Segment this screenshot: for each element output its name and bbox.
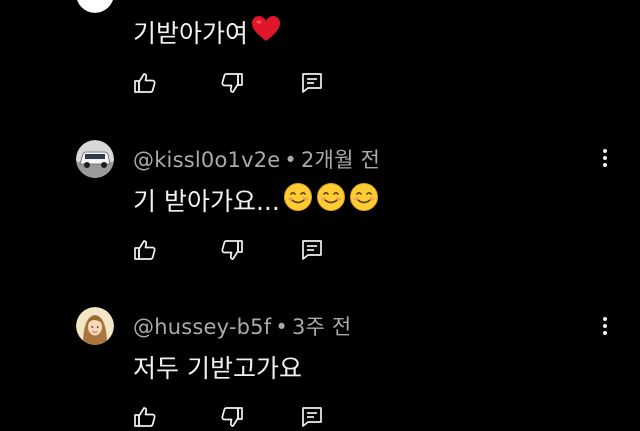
reply-button[interactable]	[300, 238, 324, 262]
thumbs-up-icon	[134, 240, 156, 260]
comment-age: 2개월 전	[300, 148, 380, 172]
comment-text: 기받아가여	[133, 19, 249, 48]
comment-text: 기 받아가요...	[133, 187, 280, 216]
like-button[interactable]	[133, 71, 157, 95]
meta-separator: •	[284, 148, 297, 172]
red-heart-icon	[251, 15, 281, 49]
comment-text-row: 기 받아가요...	[133, 182, 379, 218]
dislike-button[interactable]	[220, 238, 244, 262]
comment-author[interactable]: @hussey-b5f	[133, 315, 271, 339]
reply-icon	[302, 240, 322, 260]
thumbs-up-icon	[134, 73, 156, 93]
comment-1: 기받아가여	[0, 0, 640, 105]
comment-3: @hussey-b5f • 3주 전 저두 기받고가요	[0, 307, 640, 431]
comment-text: 저두 기받고가요	[133, 354, 302, 383]
car-avatar-image	[76, 140, 114, 178]
comment-text-row: 기받아가여	[133, 14, 281, 50]
dislike-button[interactable]	[220, 405, 244, 429]
reply-button[interactable]	[300, 405, 324, 429]
portrait-avatar-image	[76, 307, 114, 345]
more-options-button[interactable]	[596, 314, 614, 338]
like-button[interactable]	[133, 405, 157, 429]
avatar[interactable]	[76, 307, 114, 345]
comment-meta: @hussey-b5f • 3주 전	[133, 311, 351, 341]
comment-age: 3주 전	[291, 315, 352, 339]
vertical-dots-icon	[603, 149, 607, 167]
smiling-face-icon	[349, 182, 379, 218]
like-button[interactable]	[133, 238, 157, 262]
reply-icon	[302, 73, 322, 93]
reply-icon	[302, 407, 322, 427]
reply-button[interactable]	[300, 71, 324, 95]
comment-text-row: 저두 기받고가요	[133, 349, 302, 385]
smiling-face-icon	[316, 182, 346, 218]
comments-screen: 기받아가여 @kissl0o1v2e • 2개월 전 기 받아가요... @hu…	[0, 0, 640, 431]
comment-actions	[133, 238, 333, 264]
smiling-face-icon	[283, 182, 313, 218]
comment-actions	[133, 71, 333, 97]
thumbs-up-icon	[134, 407, 156, 427]
dislike-button[interactable]	[220, 71, 244, 95]
meta-separator: •	[275, 315, 288, 339]
thumbs-down-icon	[221, 73, 243, 93]
avatar[interactable]	[76, 140, 114, 178]
comment-2: @kissl0o1v2e • 2개월 전 기 받아가요...	[0, 140, 640, 270]
thumbs-down-icon	[221, 240, 243, 260]
avatar-image	[76, 0, 114, 13]
comment-meta: @kissl0o1v2e • 2개월 전	[133, 144, 380, 174]
more-options-button[interactable]	[596, 146, 614, 170]
thumbs-down-icon	[221, 407, 243, 427]
comment-actions	[133, 405, 333, 431]
vertical-dots-icon	[603, 317, 607, 335]
comment-author[interactable]: @kissl0o1v2e	[133, 148, 280, 172]
avatar[interactable]	[76, 0, 114, 13]
